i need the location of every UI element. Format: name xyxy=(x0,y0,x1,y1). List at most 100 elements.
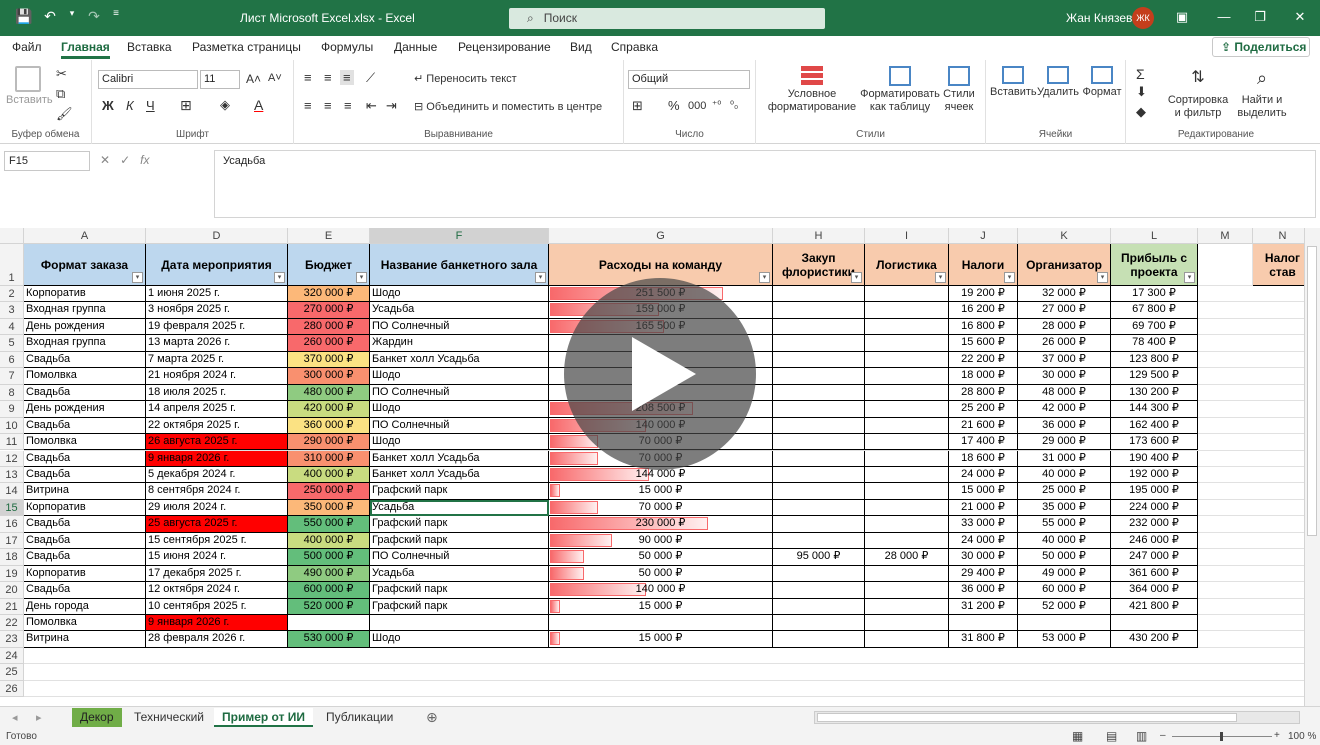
table-cell[interactable]: 29 июля 2024 г. xyxy=(146,499,288,517)
vertical-scrollbar[interactable] xyxy=(1304,228,1320,706)
table-cell[interactable]: 15 июня 2024 г. xyxy=(146,549,288,566)
merge-center-button[interactable]: ⊟ Объединить и поместить в центре xyxy=(414,100,602,113)
align-top-icon[interactable]: ≡ xyxy=(304,70,312,85)
table-cell[interactable]: Помолвка xyxy=(24,434,146,451)
table-cell[interactable] xyxy=(773,318,865,336)
page-break-view-icon[interactable]: ▥ xyxy=(1136,729,1147,743)
table-cell[interactable]: Помолвка xyxy=(24,368,146,385)
row-header[interactable]: 6 xyxy=(0,351,24,369)
table-cell[interactable]: 53 000 ₽ xyxy=(1018,631,1111,648)
table-cell[interactable]: 290 000 ₽ xyxy=(288,434,370,451)
table-cell[interactable]: 50 000 ₽ xyxy=(549,549,773,566)
user-name[interactable]: Жан Князев xyxy=(1066,11,1132,25)
copy-icon[interactable]: ⧉ xyxy=(56,86,65,102)
table-cell[interactable]: 25 200 ₽ xyxy=(949,401,1018,418)
table-cell[interactable]: 16 800 ₽ xyxy=(949,318,1018,336)
table-cell[interactable]: Графский парк xyxy=(370,598,549,615)
row-header[interactable]: 14 xyxy=(0,483,24,500)
filter-dropdown-icon[interactable]: ▾ xyxy=(1004,272,1015,283)
table-cell[interactable]: Графский парк xyxy=(370,483,549,500)
table-cell[interactable]: 48 000 ₽ xyxy=(1018,384,1111,402)
fill-color-icon[interactable]: ◈ xyxy=(220,97,230,113)
font-name-select[interactable]: Calibri xyxy=(98,70,198,89)
table-cell[interactable] xyxy=(865,532,949,550)
accounting-format-icon[interactable]: ⊞ xyxy=(632,98,643,114)
page-layout-view-icon[interactable]: ▤ xyxy=(1106,729,1117,743)
column-header-a[interactable]: A xyxy=(24,228,146,244)
header-cell[interactable] xyxy=(1198,244,1253,286)
table-cell[interactable] xyxy=(773,401,865,418)
row-header[interactable]: 22 xyxy=(0,615,24,632)
table-cell[interactable]: 32 000 ₽ xyxy=(1018,286,1111,303)
enter-icon[interactable]: ✓ xyxy=(120,153,130,167)
row-header[interactable]: 17 xyxy=(0,532,24,550)
tab-data[interactable]: Данные xyxy=(394,40,437,54)
table-cell[interactable]: 10 сентября 2025 г. xyxy=(146,598,288,615)
column-header-k[interactable]: K xyxy=(1018,228,1111,244)
table-cell[interactable]: 16 200 ₽ xyxy=(949,302,1018,319)
table-cell[interactable]: 30 000 ₽ xyxy=(949,549,1018,566)
table-cell[interactable]: Усадьба xyxy=(370,302,549,319)
filter-dropdown-icon[interactable]: ▾ xyxy=(759,272,770,283)
sheet-tab-ai-example[interactable]: Пример от ИИ xyxy=(214,708,314,727)
table-cell[interactable] xyxy=(865,351,949,369)
table-cell[interactable]: 162 400 ₽ xyxy=(1111,417,1198,435)
table-cell[interactable]: 28 800 ₽ xyxy=(949,384,1018,402)
table-cell[interactable]: 17 300 ₽ xyxy=(1111,286,1198,303)
table-cell[interactable]: Шодо xyxy=(370,434,549,451)
table-cell[interactable]: День города xyxy=(24,598,146,615)
table-cell[interactable]: 17 декабря 2025 г. xyxy=(146,565,288,583)
table-cell[interactable] xyxy=(1111,615,1198,632)
prev-sheet-icon[interactable]: ◂ xyxy=(12,711,18,724)
column-header-f[interactable]: F xyxy=(370,228,549,244)
row-header[interactable]: 23 xyxy=(0,631,24,648)
table-cell[interactable]: 15 000 ₽ xyxy=(549,483,773,500)
filter-dropdown-icon[interactable]: ▾ xyxy=(356,272,367,283)
add-sheet-icon[interactable]: ⊕ xyxy=(426,709,438,726)
table-cell[interactable] xyxy=(773,483,865,500)
table-cell[interactable] xyxy=(773,631,865,648)
table-cell[interactable] xyxy=(865,401,949,418)
table-cell[interactable]: Свадьба xyxy=(24,582,146,599)
table-cell[interactable] xyxy=(773,434,865,451)
table-cell[interactable]: 8 сентября 2024 г. xyxy=(146,483,288,500)
table-cell[interactable] xyxy=(865,318,949,336)
table-cell[interactable]: Корпоратив xyxy=(24,286,146,303)
table-cell[interactable]: 232 000 ₽ xyxy=(1111,516,1198,533)
table-cell[interactable]: 49 000 ₽ xyxy=(1018,565,1111,583)
table-cell[interactable]: 28 000 ₽ xyxy=(1018,318,1111,336)
fill-icon[interactable]: ⬇ xyxy=(1136,84,1147,100)
table-cell[interactable]: 24 000 ₽ xyxy=(949,532,1018,550)
table-cell[interactable]: Свадьба xyxy=(24,549,146,566)
table-cell[interactable]: 490 000 ₽ xyxy=(288,565,370,583)
table-cell[interactable]: 192 000 ₽ xyxy=(1111,466,1198,484)
cell-styles-button[interactable]: Стили ячеек xyxy=(936,66,982,114)
table-cell[interactable] xyxy=(865,631,949,648)
row-header[interactable]: 13 xyxy=(0,466,24,484)
table-cell[interactable]: 247 000 ₽ xyxy=(1111,549,1198,566)
underline-button[interactable]: Ч xyxy=(146,98,155,113)
table-cell[interactable]: 361 600 ₽ xyxy=(1111,565,1198,583)
column-header-g[interactable]: G xyxy=(549,228,773,244)
video-play-button[interactable] xyxy=(564,278,756,470)
column-header-d[interactable]: D xyxy=(146,228,288,244)
table-cell[interactable]: 15 000 ₽ xyxy=(549,631,773,648)
table-cell[interactable]: 14 апреля 2025 г. xyxy=(146,401,288,418)
table-cell[interactable]: Графский парк xyxy=(370,532,549,550)
redo-icon[interactable]: ↷ xyxy=(84,8,104,25)
undo-icon[interactable]: ↶ xyxy=(40,8,60,25)
table-cell[interactable]: Банкет холл Усадьба xyxy=(370,466,549,484)
grow-font-icon[interactable]: A˄ xyxy=(246,72,261,86)
tab-home[interactable]: Главная xyxy=(61,40,110,59)
header-cell[interactable]: Логистика ▾ xyxy=(865,244,949,286)
table-cell[interactable]: ПО Солнечный xyxy=(370,318,549,336)
table-cell[interactable]: 29 000 ₽ xyxy=(1018,434,1111,451)
row-header[interactable]: 18 xyxy=(0,549,24,566)
table-cell[interactable] xyxy=(773,450,865,467)
name-box[interactable]: F15 xyxy=(4,151,90,171)
table-cell[interactable] xyxy=(865,434,949,451)
table-cell[interactable]: 123 800 ₽ xyxy=(1111,351,1198,369)
insert-cells-button[interactable]: Вставить xyxy=(990,66,1037,99)
row-header[interactable]: 3 xyxy=(0,302,24,319)
row-header[interactable]: 9 xyxy=(0,401,24,418)
